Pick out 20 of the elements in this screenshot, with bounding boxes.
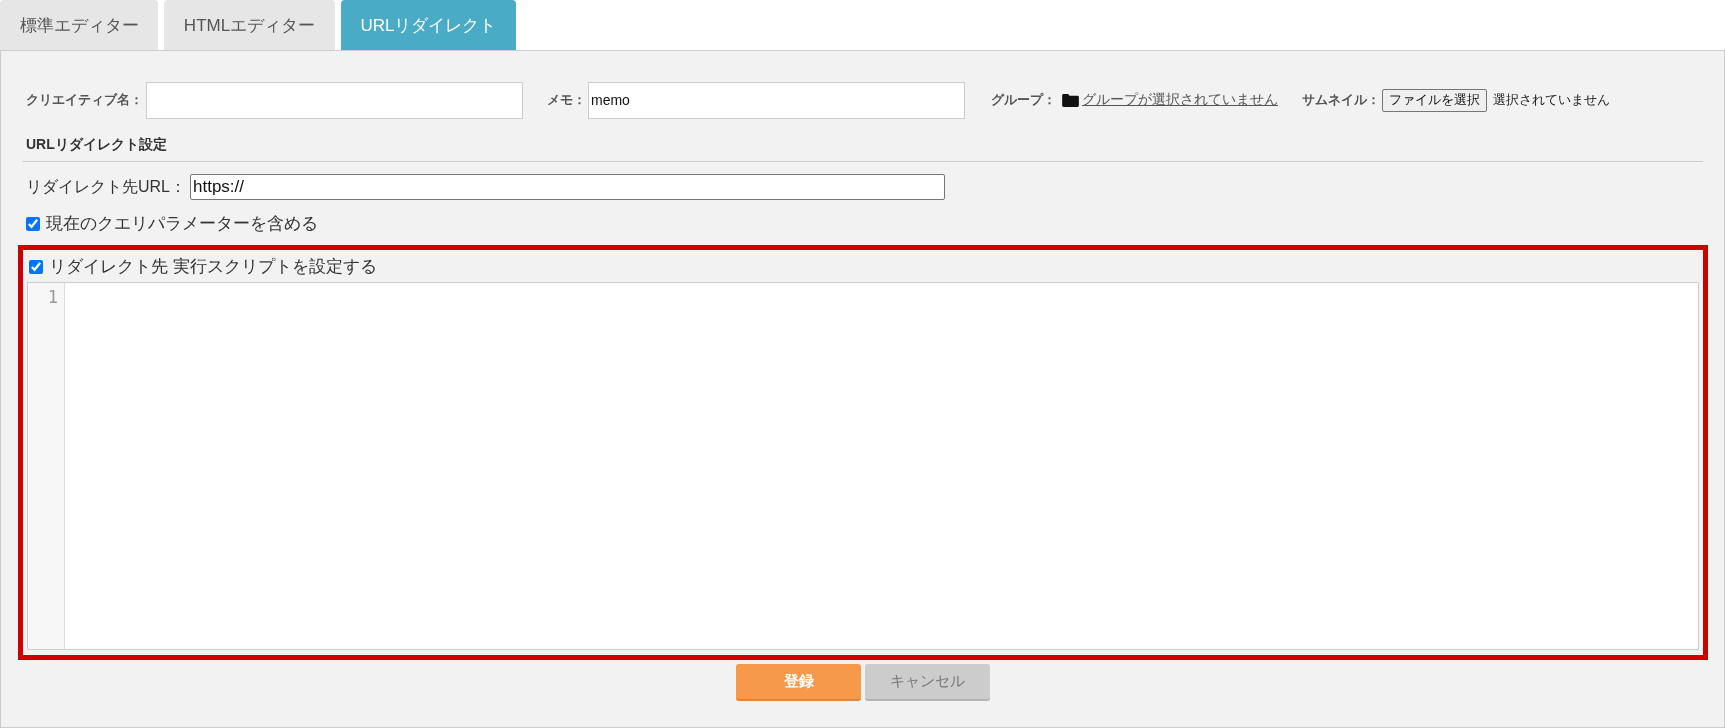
editor-tab[interactable]: HTMLエディター	[164, 0, 335, 50]
field-label: メモ：	[547, 91, 586, 109]
file-status-text: 選択されていません	[1493, 91, 1610, 109]
folder-icon	[1062, 93, 1079, 107]
field-label: リダイレクト先URL：	[26, 176, 186, 197]
field-label: グループ：	[991, 91, 1056, 109]
section-heading: URLリダイレクト設定	[25, 135, 168, 154]
group-select-link[interactable]: グループが選択されていません	[1082, 91, 1278, 109]
field-label: クリエイティブ名：	[26, 91, 143, 109]
checkbox-label: リダイレクト先 実行スクリプトを設定する	[49, 256, 377, 278]
checkbox[interactable]	[29, 259, 43, 274]
checkbox-label: 現在のクエリパラメーターを含める	[46, 213, 318, 235]
redirect-url-input[interactable]: https://	[190, 174, 945, 200]
memo-input[interactable]: memo	[588, 81, 965, 119]
editor-tab[interactable]: 標準エディター	[0, 0, 158, 50]
creative-name-input[interactable]	[146, 81, 523, 119]
field-label: サムネイル：	[1302, 91, 1380, 109]
checkbox[interactable]	[26, 216, 40, 231]
choose-file-button[interactable]: ファイルを選択	[1382, 88, 1487, 112]
line-number: 1	[47, 287, 59, 307]
